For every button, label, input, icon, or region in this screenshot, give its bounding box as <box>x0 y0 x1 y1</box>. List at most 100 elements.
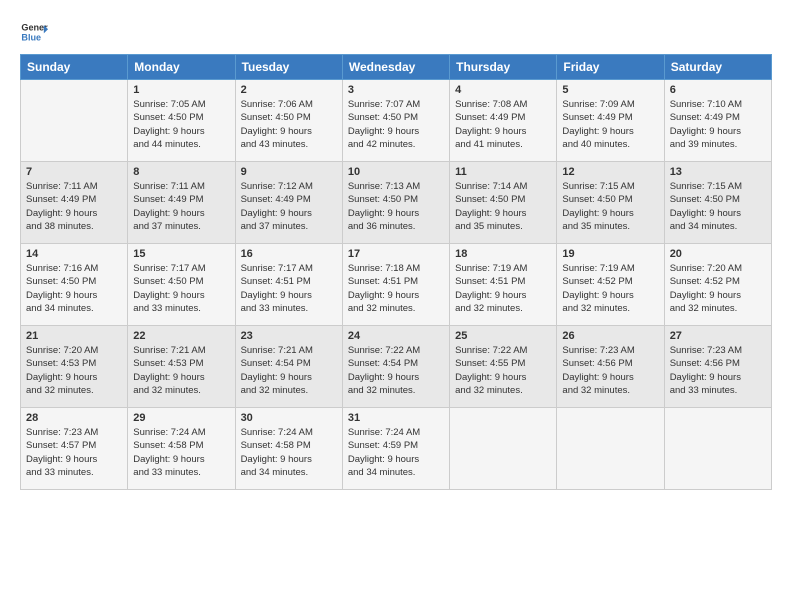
calendar-cell: 17Sunrise: 7:18 AM Sunset: 4:51 PM Dayli… <box>342 244 449 326</box>
calendar-cell: 6 Sunrise: 7:10 AM Sunset: 4:49 PM Daylig… <box>664 80 771 162</box>
day-info: Sunrise: 7:20 AM Sunset: 4:53 PM Dayligh… <box>26 344 122 397</box>
calendar-cell: 19 Sunrise: 7:19 AM Sunset: 4:52 PM Dayli… <box>557 244 664 326</box>
calendar-cell: 20 Sunrise: 7:20 AM Sunset: 4:52 PM Dayli… <box>664 244 771 326</box>
calendar-cell: 15 Sunrise: 7:17 AM Sunset: 4:50 PM Dayli… <box>128 244 235 326</box>
day-info: Sunrise: 7:22 AM Sunset: 4:55 PM Dayligh… <box>455 344 551 397</box>
calendar-cell: 12 Sunrise: 7:15 AM Sunset: 4:50 PM Dayli… <box>557 162 664 244</box>
calendar-cell: 29 Sunrise: 7:24 AM Sunset: 4:58 PM Dayli… <box>128 408 235 490</box>
day-info: Sunrise: 7:09 AM Sunset: 4:49 PM Dayligh… <box>562 98 658 151</box>
calendar-cell: 8Sunrise: 7:11 AM Sunset: 4:49 PM Daylig… <box>128 162 235 244</box>
weekday-header: Saturday <box>664 55 771 80</box>
day-number: 15 <box>133 248 229 260</box>
day-number: 19 <box>562 248 658 260</box>
day-info: Sunrise: 7:24 AM Sunset: 4:58 PM Dayligh… <box>133 426 229 479</box>
weekday-header: Monday <box>128 55 235 80</box>
day-info: Sunrise: 7:11 AM Sunset: 4:49 PM Dayligh… <box>133 180 229 233</box>
day-info: Sunrise: 7:13 AM Sunset: 4:50 PM Dayligh… <box>348 180 444 233</box>
calendar-cell <box>450 408 557 490</box>
day-info: Sunrise: 7:23 AM Sunset: 4:56 PM Dayligh… <box>562 344 658 397</box>
day-number: 4 <box>455 84 551 96</box>
day-number: 1 <box>133 84 229 96</box>
calendar-cell <box>664 408 771 490</box>
calendar-cell: 31Sunrise: 7:24 AM Sunset: 4:59 PM Dayli… <box>342 408 449 490</box>
day-number: 3 <box>348 84 444 96</box>
day-number: 10 <box>348 166 444 178</box>
day-info: Sunrise: 7:22 AM Sunset: 4:54 PM Dayligh… <box>348 344 444 397</box>
calendar-cell: 3 Sunrise: 7:07 AM Sunset: 4:50 PM Daylig… <box>342 80 449 162</box>
day-number: 7 <box>26 166 122 178</box>
calendar-page: General Blue SundayMondayTuesdayWednesda… <box>0 0 792 612</box>
logo-icon: General Blue <box>20 18 48 46</box>
day-info: Sunrise: 7:10 AM Sunset: 4:49 PM Dayligh… <box>670 98 766 151</box>
calendar-cell: 7 Sunrise: 7:11 AM Sunset: 4:49 PM Daylig… <box>21 162 128 244</box>
day-info: Sunrise: 7:19 AM Sunset: 4:51 PM Dayligh… <box>455 262 551 315</box>
day-number: 24 <box>348 330 444 342</box>
day-info: Sunrise: 7:07 AM Sunset: 4:50 PM Dayligh… <box>348 98 444 151</box>
calendar-cell: 26 Sunrise: 7:23 AM Sunset: 4:56 PM Dayli… <box>557 326 664 408</box>
calendar-cell: 18 Sunrise: 7:19 AM Sunset: 4:51 PM Dayli… <box>450 244 557 326</box>
day-number: 13 <box>670 166 766 178</box>
day-number: 12 <box>562 166 658 178</box>
svg-text:Blue: Blue <box>21 32 41 42</box>
day-number: 25 <box>455 330 551 342</box>
day-number: 18 <box>455 248 551 260</box>
calendar-cell: 14 Sunrise: 7:16 AM Sunset: 4:50 PM Dayli… <box>21 244 128 326</box>
calendar-cell <box>557 408 664 490</box>
day-number: 28 <box>26 412 122 424</box>
calendar-cell: 11 Sunrise: 7:14 AM Sunset: 4:50 PM Dayli… <box>450 162 557 244</box>
calendar-cell: 9 Sunrise: 7:12 AM Sunset: 4:49 PM Daylig… <box>235 162 342 244</box>
calendar-cell: 27Sunrise: 7:23 AM Sunset: 4:56 PM Dayli… <box>664 326 771 408</box>
calendar-cell: 23 Sunrise: 7:21 AM Sunset: 4:54 PM Dayli… <box>235 326 342 408</box>
day-number: 23 <box>241 330 337 342</box>
day-number: 22 <box>133 330 229 342</box>
calendar-cell: 2 Sunrise: 7:06 AM Sunset: 4:50 PM Daylig… <box>235 80 342 162</box>
day-info: Sunrise: 7:05 AM Sunset: 4:50 PM Dayligh… <box>133 98 229 151</box>
calendar-cell: 16 Sunrise: 7:17 AM Sunset: 4:51 PM Dayli… <box>235 244 342 326</box>
day-info: Sunrise: 7:11 AM Sunset: 4:49 PM Dayligh… <box>26 180 122 233</box>
day-number: 5 <box>562 84 658 96</box>
day-info: Sunrise: 7:15 AM Sunset: 4:50 PM Dayligh… <box>670 180 766 233</box>
calendar-cell: 21 Sunrise: 7:20 AM Sunset: 4:53 PM Dayli… <box>21 326 128 408</box>
calendar-cell: 4 Sunrise: 7:08 AM Sunset: 4:49 PM Daylig… <box>450 80 557 162</box>
day-number: 26 <box>562 330 658 342</box>
day-info: Sunrise: 7:24 AM Sunset: 4:58 PM Dayligh… <box>241 426 337 479</box>
day-info: Sunrise: 7:12 AM Sunset: 4:49 PM Dayligh… <box>241 180 337 233</box>
day-info: Sunrise: 7:08 AM Sunset: 4:49 PM Dayligh… <box>455 98 551 151</box>
weekday-header: Sunday <box>21 55 128 80</box>
day-number: 21 <box>26 330 122 342</box>
day-info: Sunrise: 7:17 AM Sunset: 4:50 PM Dayligh… <box>133 262 229 315</box>
day-number: 29 <box>133 412 229 424</box>
day-info: Sunrise: 7:23 AM Sunset: 4:57 PM Dayligh… <box>26 426 122 479</box>
calendar-table: SundayMondayTuesdayWednesdayThursdayFrid… <box>20 54 772 490</box>
day-info: Sunrise: 7:24 AM Sunset: 4:59 PM Dayligh… <box>348 426 444 479</box>
day-info: Sunrise: 7:06 AM Sunset: 4:50 PM Dayligh… <box>241 98 337 151</box>
day-number: 30 <box>241 412 337 424</box>
calendar-cell: 13 Sunrise: 7:15 AM Sunset: 4:50 PM Dayli… <box>664 162 771 244</box>
day-number: 6 <box>670 84 766 96</box>
calendar-cell: 1 Sunrise: 7:05 AM Sunset: 4:50 PM Daylig… <box>128 80 235 162</box>
day-number: 16 <box>241 248 337 260</box>
day-info: Sunrise: 7:20 AM Sunset: 4:52 PM Dayligh… <box>670 262 766 315</box>
day-info: Sunrise: 7:18 AM Sunset: 4:51 PM Dayligh… <box>348 262 444 315</box>
calendar-cell: 25 Sunrise: 7:22 AM Sunset: 4:55 PM Dayli… <box>450 326 557 408</box>
weekday-header: Wednesday <box>342 55 449 80</box>
day-number: 9 <box>241 166 337 178</box>
day-info: Sunrise: 7:17 AM Sunset: 4:51 PM Dayligh… <box>241 262 337 315</box>
calendar-cell: 22 Sunrise: 7:21 AM Sunset: 4:53 PM Dayli… <box>128 326 235 408</box>
calendar-cell: 24 Sunrise: 7:22 AM Sunset: 4:54 PM Dayli… <box>342 326 449 408</box>
day-info: Sunrise: 7:19 AM Sunset: 4:52 PM Dayligh… <box>562 262 658 315</box>
day-info: Sunrise: 7:16 AM Sunset: 4:50 PM Dayligh… <box>26 262 122 315</box>
day-number: 14 <box>26 248 122 260</box>
day-info: Sunrise: 7:14 AM Sunset: 4:50 PM Dayligh… <box>455 180 551 233</box>
weekday-header: Thursday <box>450 55 557 80</box>
day-info: Sunrise: 7:15 AM Sunset: 4:50 PM Dayligh… <box>562 180 658 233</box>
day-info: Sunrise: 7:21 AM Sunset: 4:53 PM Dayligh… <box>133 344 229 397</box>
day-info: Sunrise: 7:23 AM Sunset: 4:56 PM Dayligh… <box>670 344 766 397</box>
day-info: Sunrise: 7:21 AM Sunset: 4:54 PM Dayligh… <box>241 344 337 397</box>
logo: General Blue <box>20 18 52 46</box>
calendar-cell: 10 Sunrise: 7:13 AM Sunset: 4:50 PM Dayli… <box>342 162 449 244</box>
day-number: 20 <box>670 248 766 260</box>
day-number: 2 <box>241 84 337 96</box>
calendar-cell: 30 Sunrise: 7:24 AM Sunset: 4:58 PM Dayli… <box>235 408 342 490</box>
day-number: 11 <box>455 166 551 178</box>
